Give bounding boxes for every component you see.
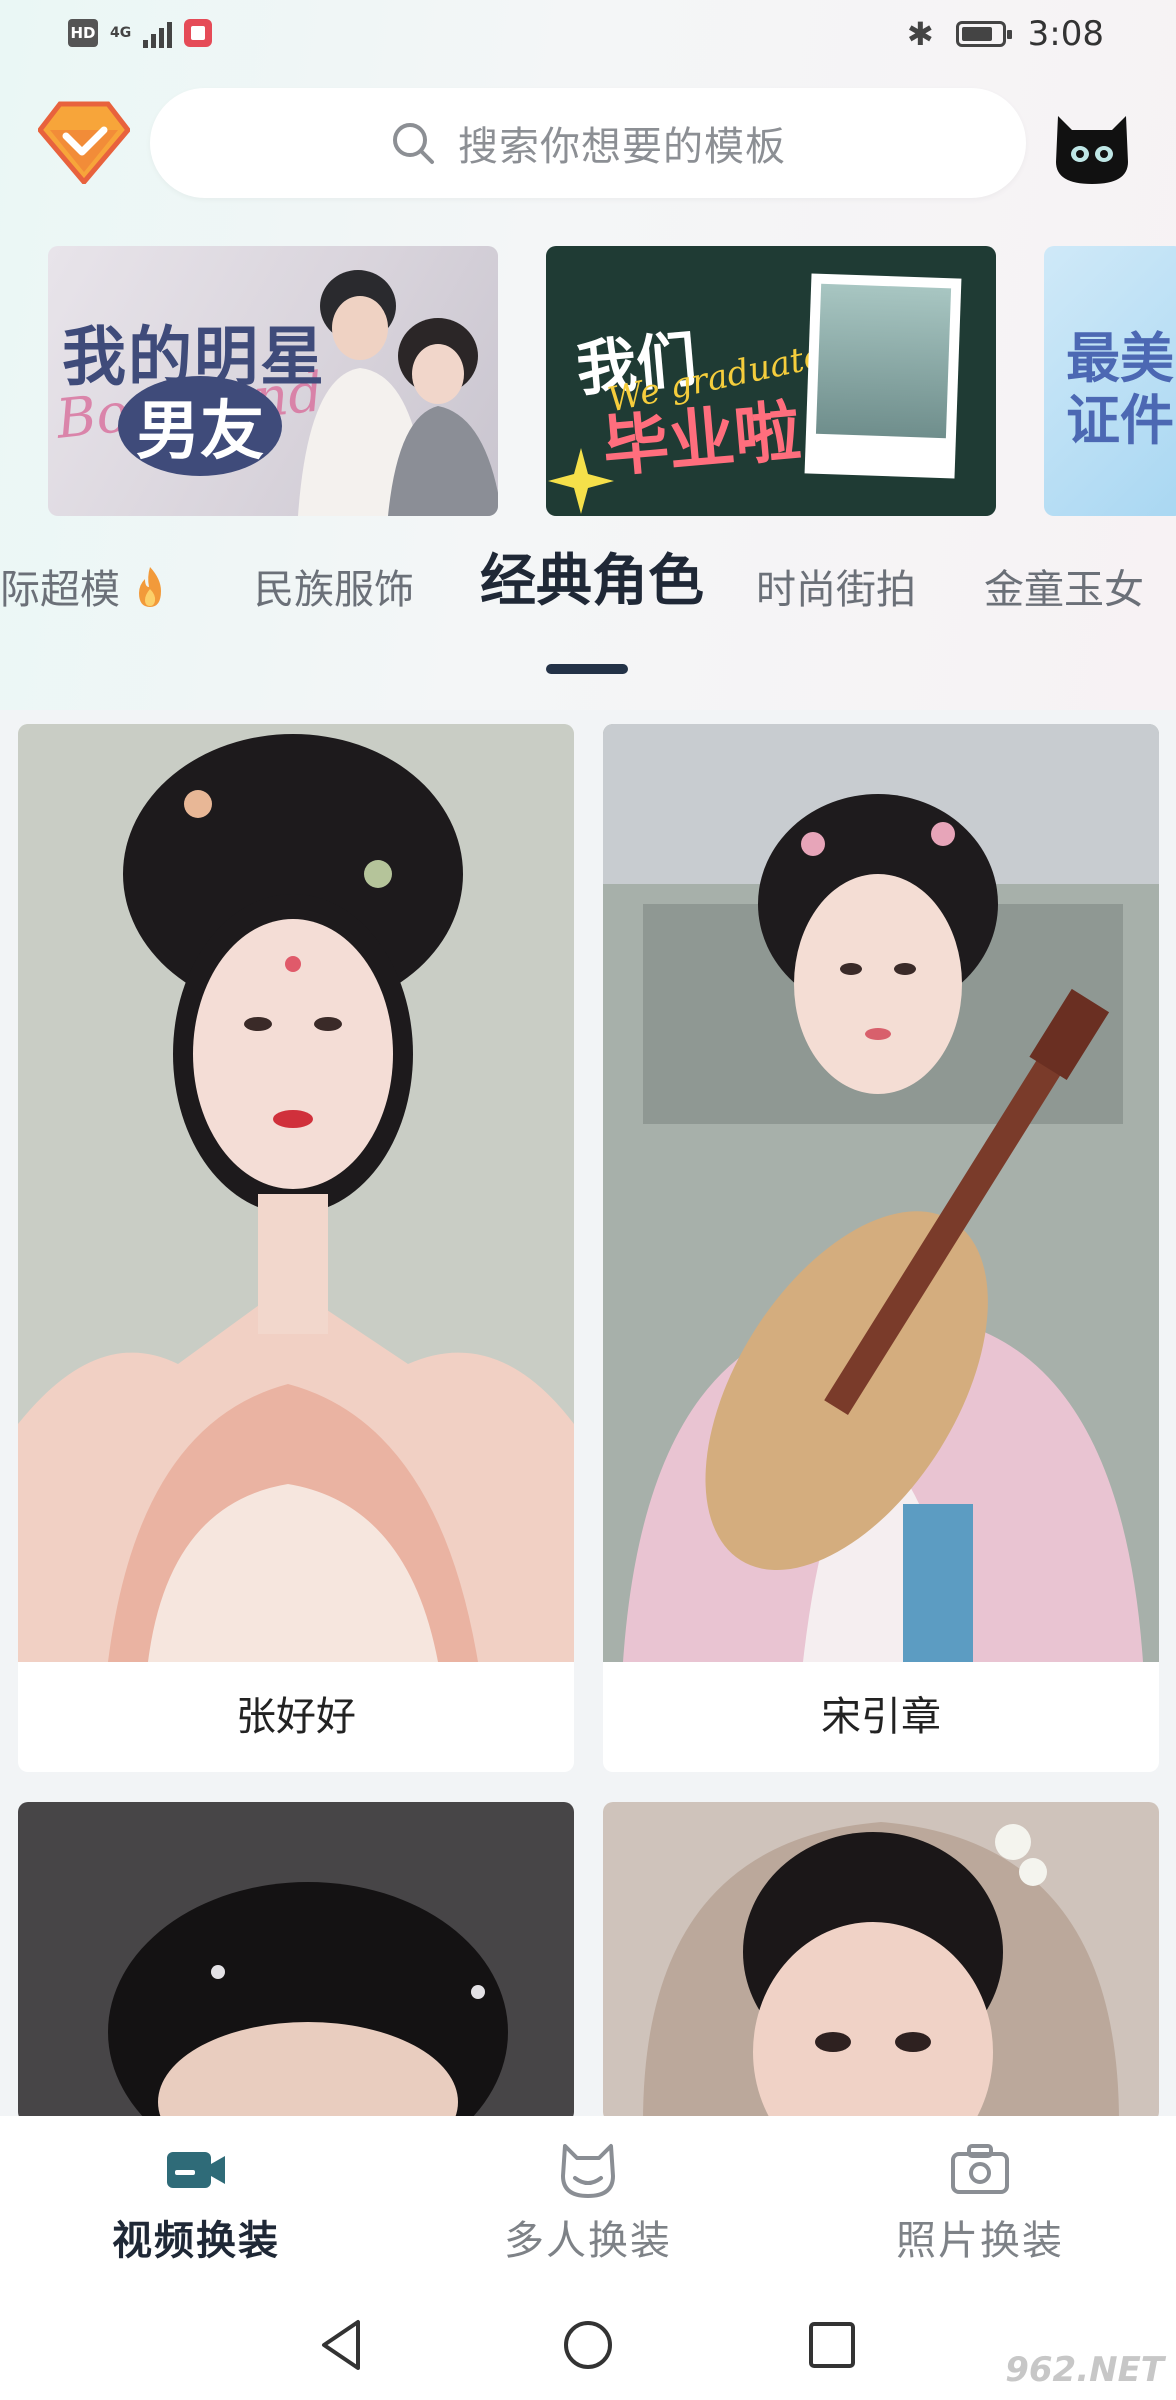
template-card[interactable] xyxy=(603,1802,1159,2122)
template-card[interactable]: 宋引章 xyxy=(603,724,1159,1772)
template-card[interactable] xyxy=(18,1802,574,2122)
status-bar: HD 4G ✱ 3:08 xyxy=(0,0,1176,72)
home-icon[interactable] xyxy=(553,2310,623,2380)
nav-label: 多人换装 xyxy=(504,2218,672,2264)
clock: 3:08 xyxy=(1027,14,1104,54)
bottom-nav: 视频换装 多人换装 照片换装 xyxy=(0,2116,1176,2288)
vip-diamond-icon[interactable] xyxy=(38,100,130,184)
tab-supermodel[interactable]: 际超模 xyxy=(0,560,167,620)
back-icon[interactable] xyxy=(308,2310,378,2380)
tab-label: 际超模 xyxy=(0,567,120,613)
nav-photo-dressup[interactable]: 照片换装 xyxy=(830,2140,1130,2266)
template-thumbnail xyxy=(603,1802,1159,2122)
network-type: 4G xyxy=(110,25,132,41)
category-tabs: 际超模 民族服饰 经典角色 时尚街拍 金童玉女 xyxy=(0,552,1176,650)
template-thumbnail xyxy=(18,1802,574,2122)
banner-couple-image xyxy=(298,270,498,516)
banner-title: 最美证件 xyxy=(1066,327,1174,452)
template-thumbnail xyxy=(18,724,574,1662)
star-icon xyxy=(548,448,614,514)
banner-graduation[interactable]: 我们 We graduated 毕业啦 xyxy=(546,246,996,516)
search-icon xyxy=(393,123,434,164)
banner-polaroid-image xyxy=(804,273,962,479)
template-name: 张好好 xyxy=(236,1694,356,1740)
nav-label: 照片换装 xyxy=(896,2218,1064,2264)
nav-label: 视频换装 xyxy=(112,2218,280,2264)
system-nav-bar xyxy=(0,2288,1176,2400)
bluetooth-icon: ✱ xyxy=(906,15,934,53)
video-camera-icon xyxy=(167,2152,225,2188)
banner-subtitle: 毕业啦 xyxy=(599,392,804,487)
recents-icon[interactable] xyxy=(797,2310,867,2380)
tab-street-fashion[interactable]: 时尚街拍 xyxy=(756,560,916,620)
template-thumbnail xyxy=(603,724,1159,1662)
search-placeholder: 搜索你想要的模板 xyxy=(458,124,786,170)
banner-id-photo[interactable]: 最美证件 xyxy=(1044,246,1176,516)
search-bar[interactable]: 搜索你想要的模板 xyxy=(150,88,1026,198)
cat-face-icon xyxy=(561,2144,615,2198)
fire-icon xyxy=(138,567,161,607)
tab-classic-roles[interactable]: 经典角色 xyxy=(480,552,704,612)
photo-camera-icon xyxy=(951,2144,1009,2194)
template-card[interactable]: 张好好 xyxy=(18,724,574,1772)
avatar-cat-icon[interactable] xyxy=(1052,98,1132,188)
nav-video-dressup[interactable]: 视频换装 xyxy=(46,2140,346,2266)
banner-star-boyfriend[interactable]: Boyfriend 我的明星 男友 xyxy=(48,246,498,516)
active-tab-indicator xyxy=(546,664,628,674)
signal-icon xyxy=(143,18,173,48)
tab-ethnic-costume[interactable]: 民族服饰 xyxy=(254,560,414,620)
hd-icon: HD xyxy=(68,19,98,47)
watermark: 962.NET xyxy=(1005,2350,1164,2390)
nav-multi-dressup[interactable]: 多人换装 xyxy=(438,2140,738,2266)
tab-golden-couple[interactable]: 金童玉女 xyxy=(984,560,1144,620)
battery-icon xyxy=(955,21,1012,47)
banner-subtitle: 男友 xyxy=(118,376,282,476)
template-name: 宋引章 xyxy=(821,1694,941,1740)
notification-app-icon xyxy=(184,19,213,47)
